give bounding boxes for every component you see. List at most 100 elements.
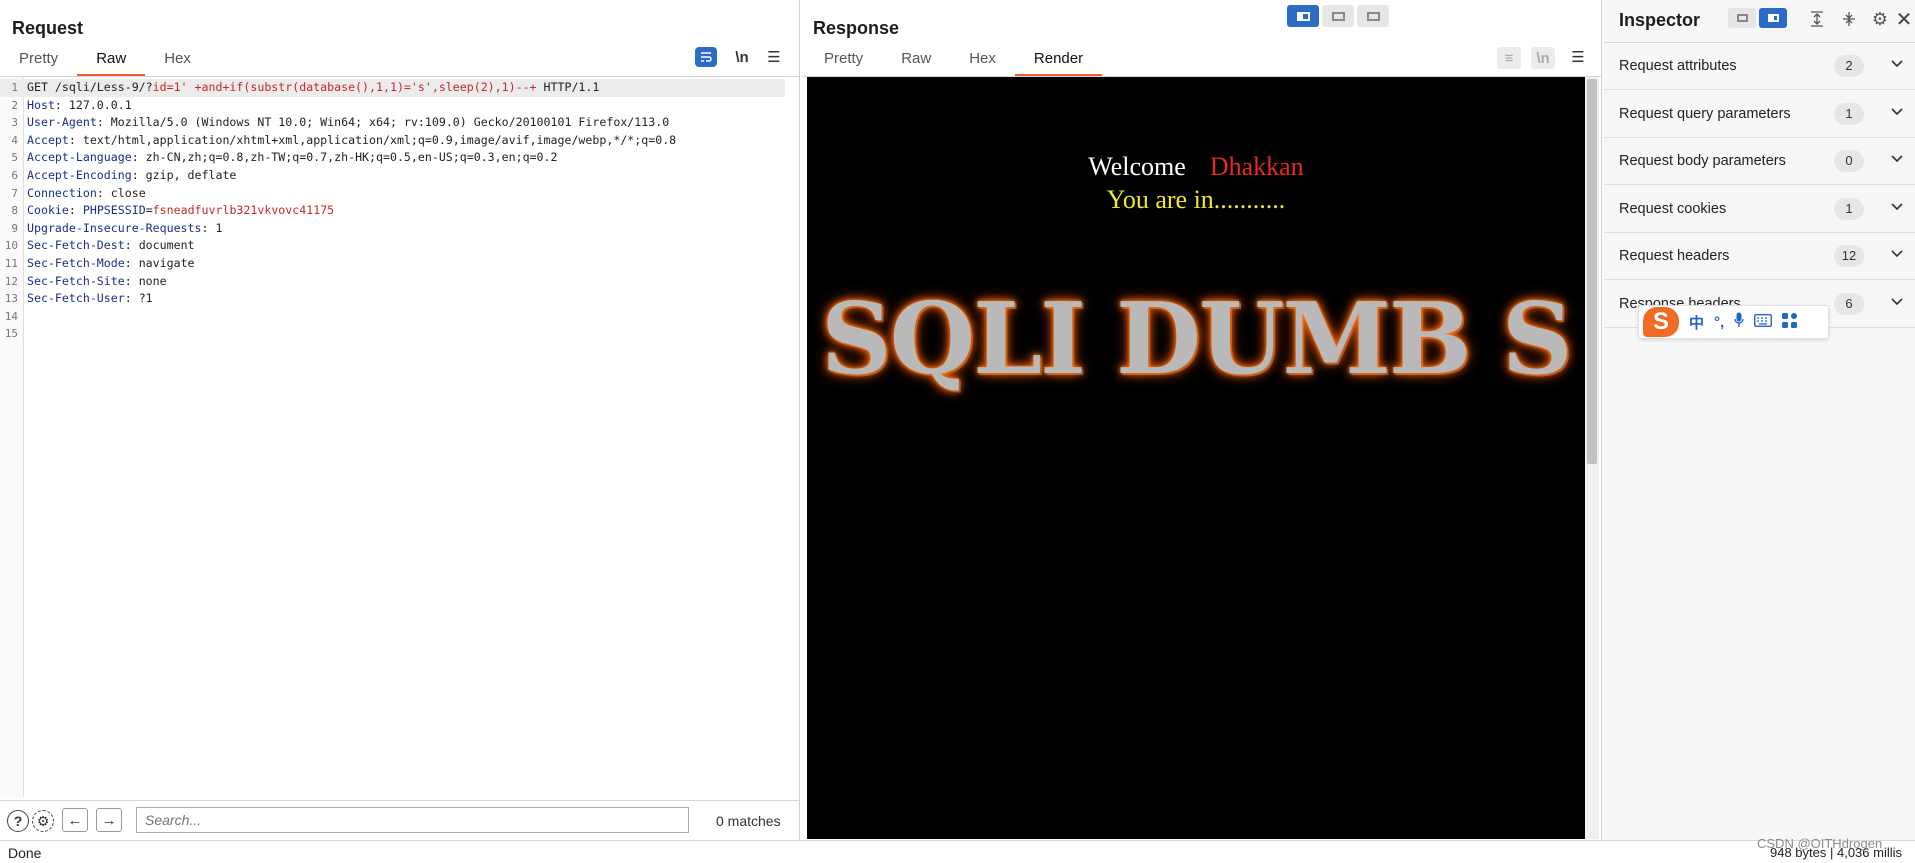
code-text: : ?1 bbox=[124, 291, 153, 306]
line-number: 8 bbox=[11, 204, 18, 218]
tab-render[interactable]: Render bbox=[1014, 50, 1103, 76]
line-number: 12 bbox=[4, 274, 18, 288]
header-name: Accept bbox=[27, 132, 69, 147]
watermark-text: CSDN @OITHdrogen bbox=[1757, 836, 1883, 851]
tab-pretty[interactable]: Pretty bbox=[0, 50, 77, 76]
chevron-down-icon[interactable] bbox=[1891, 150, 1903, 166]
ime-toolbar[interactable]: S 中 °, bbox=[1638, 305, 1829, 339]
inspector-layout-b-button[interactable] bbox=[1759, 8, 1787, 28]
code-text: : 1 bbox=[201, 220, 223, 235]
request-title: Request bbox=[12, 18, 84, 38]
next-match-button[interactable]: → bbox=[96, 808, 122, 832]
response-pane: Response Pretty Raw Hex Render ≡ \n ☰ We… bbox=[801, 0, 1602, 840]
editor-line[interactable]: 1 GET /sqli/Less-9/?id=1' +and+if(substr(… bbox=[0, 79, 785, 97]
inspector-layout-a-button[interactable] bbox=[1728, 8, 1756, 28]
newline-toggle-button[interactable]: \n bbox=[730, 46, 754, 68]
ime-logo-icon[interactable]: S bbox=[1643, 307, 1679, 337]
layout-side-by-side-button[interactable] bbox=[1287, 5, 1319, 27]
microphone-icon[interactable] bbox=[1734, 312, 1744, 332]
previous-match-button[interactable]: ← bbox=[62, 808, 88, 832]
editor-line[interactable]: 3 User-Agent: Mozilla/5.0 (Windows NT 10.… bbox=[0, 114, 785, 132]
editor-line[interactable]: 5 Accept-Language: zh-CN,zh;q=0.8,zh-TW;q… bbox=[0, 149, 785, 167]
newline-toggle-button[interactable]: \n bbox=[1531, 47, 1555, 69]
collapse-all-icon[interactable] bbox=[1837, 8, 1861, 30]
section-count-badge: 12 bbox=[1834, 245, 1864, 268]
inspector-section-request-body-parameters[interactable]: Request body parameters 0 bbox=[1604, 138, 1915, 186]
line-code: GET /sqli/Less-9/?id=1' +and+if(substr(d… bbox=[27, 79, 599, 97]
section-count-badge: 1 bbox=[1834, 102, 1864, 125]
inspector-section-request-attributes[interactable]: Request attributes 2 bbox=[1604, 43, 1915, 90]
inspector-layout-toggle bbox=[1728, 8, 1787, 28]
welcome-text: Welcome bbox=[1088, 152, 1186, 181]
line-number: 7 bbox=[11, 186, 18, 200]
chevron-down-icon[interactable] bbox=[1891, 293, 1903, 309]
code-text: : gzip, deflate bbox=[131, 168, 237, 182]
line-code: Accept-Language: zh-CN,zh;q=0.8,zh-TW;q=… bbox=[27, 149, 558, 167]
inspector-section-request-query-parameters[interactable]: Request query parameters 1 bbox=[1604, 91, 1915, 138]
chevron-down-icon[interactable] bbox=[1891, 55, 1903, 71]
word-wrap-icon[interactable]: ≡ bbox=[1497, 47, 1521, 69]
header-name: Host bbox=[27, 97, 55, 112]
editor-line[interactable]: 8 Cookie: PHPSESSID=fsneadfuvrlb321vkvovc… bbox=[0, 202, 785, 220]
code-text: : 127.0.0.1 bbox=[54, 97, 132, 112]
scrollbar-thumb[interactable] bbox=[1587, 79, 1597, 464]
tab-raw[interactable]: Raw bbox=[77, 50, 146, 76]
editor-line[interactable]: 6 Accept-Encoding: gzip, deflate bbox=[0, 167, 785, 185]
header-name: Connection bbox=[27, 185, 97, 200]
login-status-text: You are in........... bbox=[1106, 185, 1286, 214]
section-label: Request attributes bbox=[1619, 58, 1737, 74]
word-wrap-icon[interactable] bbox=[695, 47, 717, 67]
chevron-down-icon[interactable] bbox=[1891, 245, 1903, 261]
section-label: Request headers bbox=[1619, 248, 1730, 265]
editor-line[interactable]: 14 bbox=[0, 308, 785, 326]
render-scrollbar[interactable] bbox=[1585, 77, 1599, 839]
section-label: Request cookies bbox=[1619, 200, 1727, 217]
editor-line[interactable]: 15 bbox=[0, 325, 785, 343]
menu-icon[interactable]: ☰ bbox=[1566, 46, 1590, 68]
editor-line[interactable]: 9 Upgrade-Insecure-Requests: 1 bbox=[0, 220, 785, 238]
ime-punctuation-toggle[interactable]: °, bbox=[1714, 314, 1724, 331]
header-name: Sec-Fetch-Dest bbox=[27, 238, 125, 253]
settings-gear-icon[interactable]: ⚙ bbox=[32, 810, 54, 832]
ime-language-toggle[interactable]: 中 bbox=[1689, 312, 1704, 333]
tab-pretty[interactable]: Pretty bbox=[805, 50, 882, 76]
keyboard-icon[interactable] bbox=[1754, 313, 1773, 331]
inspector-title: Inspector bbox=[1619, 10, 1701, 30]
settings-gear-icon[interactable]: ⚙ bbox=[1868, 8, 1892, 30]
tab-raw[interactable]: Raw bbox=[882, 50, 950, 76]
code-text: : close bbox=[96, 185, 146, 200]
expand-all-icon[interactable] bbox=[1805, 8, 1829, 30]
inspector-section-request-headers[interactable]: Request headers 12 bbox=[1604, 233, 1915, 281]
editor-line[interactable]: 2 Host: 127.0.0.1 bbox=[0, 97, 785, 115]
editor-line[interactable]: 10 Sec-Fetch-Dest: document bbox=[0, 237, 785, 255]
close-icon[interactable]: ✕ bbox=[1892, 8, 1915, 31]
menu-icon[interactable]: ☰ bbox=[762, 46, 786, 68]
chevron-down-icon[interactable] bbox=[1891, 103, 1903, 119]
chevron-down-icon[interactable] bbox=[1891, 198, 1903, 214]
request-editor[interactable]: 1 GET /sqli/Less-9/?id=1' +and+if(substr(… bbox=[0, 77, 800, 797]
editor-line[interactable]: 7 Connection: close bbox=[0, 185, 785, 203]
layout-stacked-button[interactable] bbox=[1322, 5, 1354, 27]
editor-line[interactable]: 12 Sec-Fetch-Site: none bbox=[0, 273, 785, 291]
user-name: Dhakkan bbox=[1209, 152, 1304, 181]
line-code: Upgrade-Insecure-Requests: 1 bbox=[27, 220, 222, 238]
line-number: 6 bbox=[11, 169, 18, 182]
tab-hex[interactable]: Hex bbox=[950, 50, 1015, 76]
editor-line[interactable]: 13 Sec-Fetch-User: ?1 bbox=[0, 290, 785, 308]
inspector-section-request-cookies[interactable]: Request cookies 1 bbox=[1604, 186, 1915, 233]
editor-line[interactable]: 4 Accept: text/html,application/xhtml+xml… bbox=[0, 132, 785, 150]
line-number: 3 bbox=[11, 116, 18, 130]
param-value: id=1' +and+if(substr(database(),1,1)='s'… bbox=[152, 80, 537, 94]
header-name: Sec-Fetch-Site bbox=[27, 273, 125, 288]
code-text: : Mozilla/5.0 (Windows NT 10.0; Win64; x… bbox=[96, 115, 670, 130]
search-input[interactable] bbox=[136, 807, 689, 833]
status-text: Done bbox=[8, 845, 42, 861]
code-text: GET /sqli/Less-9/? bbox=[27, 80, 153, 94]
header-name: Cookie bbox=[27, 203, 69, 218]
tab-hex[interactable]: Hex bbox=[145, 50, 210, 76]
layout-tabs-button[interactable] bbox=[1357, 5, 1389, 27]
help-icon[interactable]: ? bbox=[7, 810, 29, 832]
toolbox-grid-icon[interactable] bbox=[1782, 312, 1798, 332]
code-text: : document bbox=[124, 238, 195, 253]
editor-line[interactable]: 11 Sec-Fetch-Mode: navigate bbox=[0, 255, 785, 273]
